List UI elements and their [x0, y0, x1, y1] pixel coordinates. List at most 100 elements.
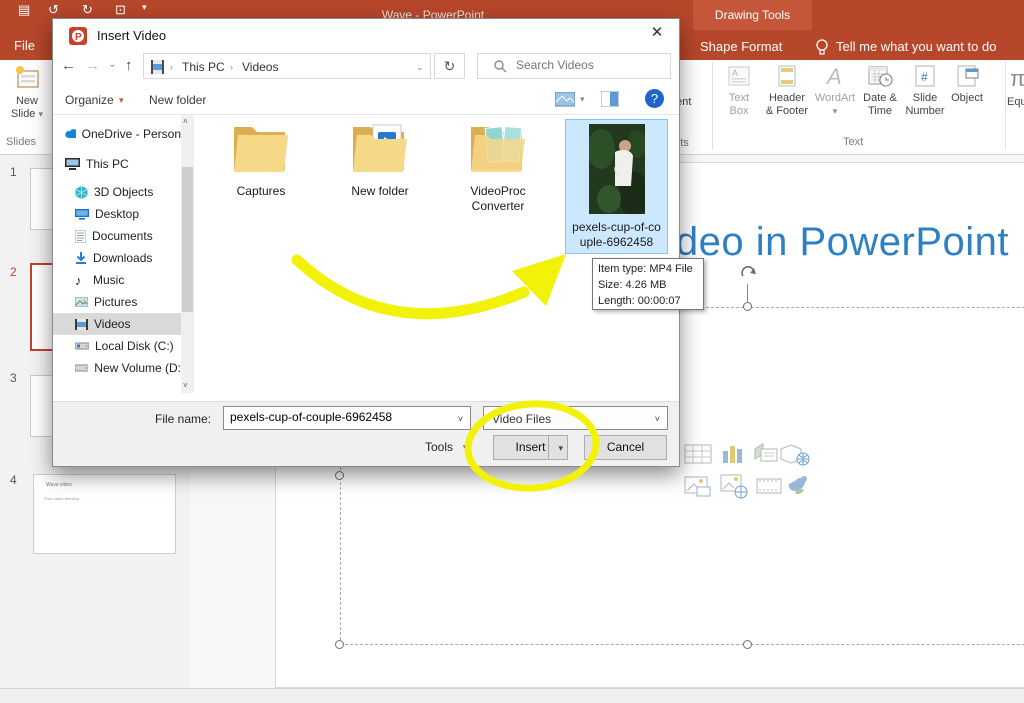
slides-group-label: Slides — [6, 136, 36, 148]
start-presentation-icon[interactable]: ⊡ — [115, 2, 126, 18]
slide-number-icon: # — [913, 64, 937, 88]
slide-4-number: 4 — [10, 473, 17, 487]
bottom-left-handle[interactable] — [335, 640, 344, 649]
btn-label: Object — [951, 92, 983, 104]
wordart-button[interactable]: A WordArt ▾ — [810, 64, 860, 118]
history-dropdown-icon[interactable]: ⌄ — [108, 59, 116, 70]
contextual-tab-group: Drawing Tools — [693, 0, 812, 30]
pictures-icon — [75, 297, 88, 307]
forward-button[interactable]: → — [85, 57, 100, 74]
new-folder-button[interactable]: New folder — [149, 93, 206, 107]
sidebar-label: 3D Objects — [94, 185, 153, 199]
slide-2-thumbnail-selected[interactable] — [30, 263, 52, 351]
chevron-down-icon: ▾ — [39, 109, 44, 119]
refresh-button[interactable]: ↻ — [434, 53, 465, 79]
breadcrumb-videos[interactable]: Videos — [242, 60, 278, 74]
help-icon[interactable]: ? — [645, 89, 664, 108]
scroll-down-icon[interactable]: ˅ — [183, 381, 188, 390]
preview-pane-icon[interactable] — [601, 91, 619, 107]
qat-customize-icon[interactable]: ▾ — [142, 2, 147, 13]
music-note-icon: ♪ — [75, 273, 87, 288]
back-button[interactable]: ← — [61, 57, 76, 74]
save-icon[interactable]: ▤ — [18, 2, 30, 18]
insert-button[interactable]: Insert ▾ — [493, 435, 568, 460]
file-name-combobox[interactable]: ˅ — [223, 406, 471, 430]
view-dropdown-icon[interactable]: ▾ — [580, 94, 585, 105]
bottom-middle-handle[interactable] — [743, 640, 752, 649]
split-divider — [548, 436, 549, 459]
lightbulb-icon — [814, 38, 830, 56]
sidebar-scrollbar[interactable]: ˄ ˅ — [181, 115, 194, 393]
local-disk-icon — [75, 341, 89, 351]
breadcrumb-this-pc[interactable]: This PC — [182, 60, 225, 74]
scrollbar-thumb[interactable] — [182, 167, 193, 312]
chevron-down-icon[interactable]: ˅ — [458, 414, 463, 424]
file-name: Captures — [237, 184, 286, 198]
slide-3-thumbnail[interactable] — [30, 375, 52, 437]
sidebar-item-local-disk-c[interactable]: Local Disk (C:) — [53, 335, 181, 357]
group-divider — [1005, 62, 1006, 150]
scroll-up-icon[interactable]: ˄ — [183, 117, 188, 126]
placeholder-icon-grid — [683, 441, 815, 510]
object-button[interactable]: Object — [942, 64, 992, 105]
dialog-footer: File name: ˅ Video Files ˅ Tools ▾ Inser… — [53, 401, 679, 466]
redo-icon[interactable]: ↻ — [82, 2, 93, 18]
new-slide-button[interactable]: New Slide ▾ — [4, 64, 50, 121]
btn-label2: & Footer — [766, 105, 808, 117]
sidebar-item-this-pc[interactable]: This PC — [53, 153, 181, 175]
up-button[interactable]: ↑ — [125, 57, 133, 74]
3d-objects-icon — [75, 186, 88, 199]
tools-menu[interactable]: Tools — [425, 440, 453, 454]
sidebar-item-onedrive[interactable]: OneDrive - Person — [53, 123, 181, 145]
breadcrumb-dropdown-icon[interactable]: ⌄ — [416, 62, 424, 73]
search-input[interactable] — [516, 58, 656, 72]
cancel-button[interactable]: Cancel — [584, 435, 667, 460]
sidebar-label: Documents — [92, 229, 153, 243]
sidebar-item-desktop[interactable]: Desktop — [53, 203, 181, 225]
file-type-dropdown[interactable]: Video Files ˅ — [483, 406, 668, 430]
file-tile-captures[interactable]: Captures — [211, 119, 311, 199]
tab-shape-format[interactable]: Shape Format — [700, 39, 782, 54]
chevron-down-icon: ▾ — [833, 106, 838, 116]
header-footer-button[interactable]: Header& Footer — [762, 64, 812, 118]
sidebar-label: New Volume (D: — [94, 361, 181, 375]
sidebar-item-music[interactable]: ♪ Music — [53, 269, 181, 291]
sidebar-item-3d-objects[interactable]: 3D Objects — [53, 181, 181, 203]
btn-label: WordArt — [815, 92, 855, 104]
chart-icon — [723, 446, 742, 463]
rotate-handle-icon[interactable] — [737, 263, 759, 285]
sidebar-item-new-volume-d[interactable]: New Volume (D: — [53, 357, 181, 379]
btn-label2: Box — [730, 105, 749, 117]
sidebar-item-downloads[interactable]: Downloads — [53, 247, 181, 269]
insert-dropdown-icon[interactable]: ▾ — [558, 437, 563, 460]
tell-me-box[interactable]: Tell me what you want to do — [836, 39, 996, 54]
btn-label2: Time — [868, 105, 892, 117]
file-tile-new-folder[interactable]: New folder — [330, 119, 430, 199]
text-box-button[interactable]: A TextBox — [714, 64, 764, 118]
file-tile-pexels-video-selected[interactable]: pexels-cup-of-co uple-6962458 — [565, 119, 668, 254]
slide-1-thumbnail[interactable] — [30, 168, 52, 230]
organize-menu[interactable]: Organize — [65, 93, 114, 107]
tab-file[interactable]: File — [14, 38, 35, 53]
folder-files-icon — [465, 119, 531, 175]
view-thumbnails-icon[interactable] — [555, 92, 575, 107]
file-name-input[interactable] — [230, 410, 440, 424]
sidebar-item-videos[interactable]: Videos — [53, 313, 181, 335]
top-middle-handle[interactable] — [743, 302, 752, 311]
videos-icon — [75, 319, 88, 330]
breadcrumb-separator: › — [230, 62, 233, 72]
sidebar-label: Pictures — [94, 295, 137, 309]
left-middle-handle[interactable] — [335, 471, 344, 480]
file-tile-videoproc[interactable]: VideoProc Converter — [448, 119, 548, 214]
date-time-button[interactable]: Date &Time — [855, 64, 905, 118]
close-icon[interactable]: ✕ — [645, 23, 669, 41]
videos-folder-icon — [151, 60, 164, 74]
undo-icon[interactable]: ↺ — [48, 2, 59, 18]
sidebar-item-documents[interactable]: Documents — [53, 225, 181, 247]
search-box[interactable] — [477, 53, 671, 79]
slide-4-thumbnail[interactable]: Wave video Face video freezing — [33, 474, 176, 554]
svg-text:A: A — [825, 64, 842, 88]
breadcrumb[interactable]: › This PC › Videos ⌄ — [143, 53, 431, 79]
sidebar-item-pictures[interactable]: Pictures — [53, 291, 181, 313]
powerpoint-logo-icon: P — [69, 27, 87, 45]
